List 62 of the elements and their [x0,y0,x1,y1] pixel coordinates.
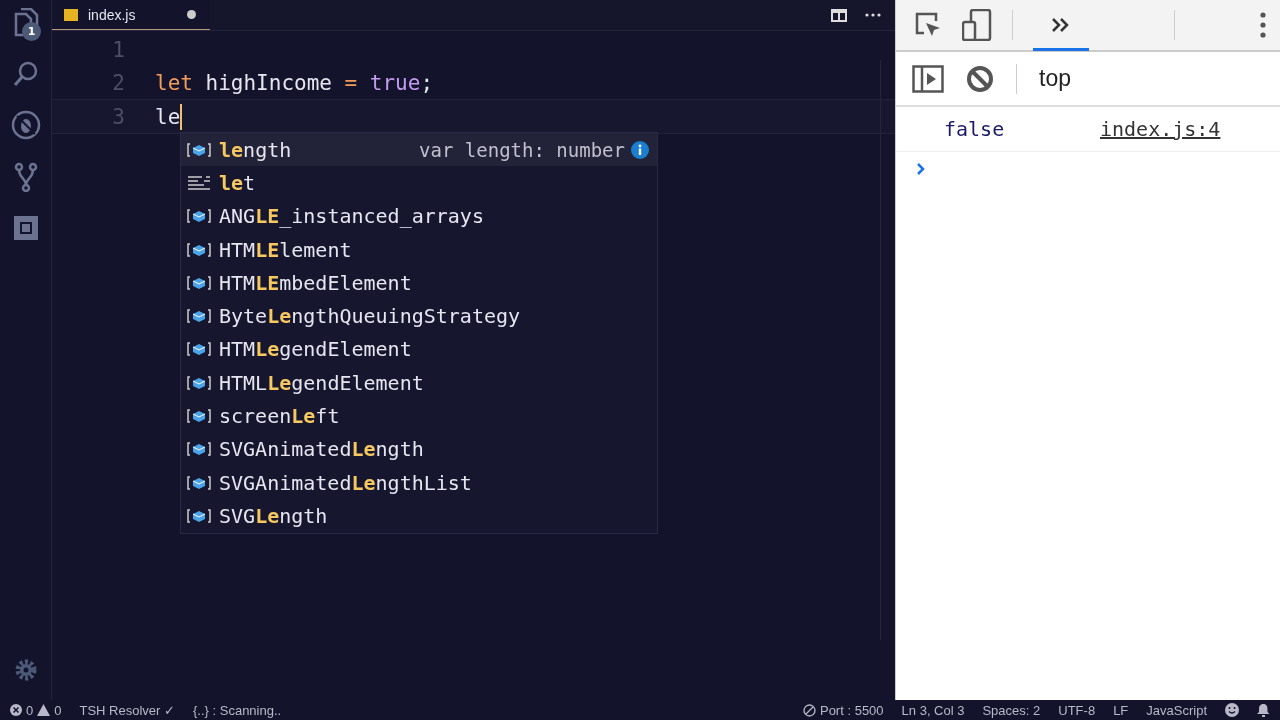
context-selector[interactable]: top [1039,65,1071,92]
extensions-icon[interactable] [11,214,40,242]
suggestion-item[interactable]: SVGAnimatedLength [181,432,657,466]
suggestion-item[interactable]: screenLeft [181,399,657,433]
smiley-icon[interactable] [1225,703,1239,717]
suggestion-item[interactable]: SVGLength [181,499,657,533]
property-icon [187,141,211,158]
property-icon [187,408,211,424]
snippet-icon [187,174,211,191]
chevrons-icon [1051,16,1071,33]
line-number: 1 [111,37,126,62]
property-icon [187,241,211,258]
warning-icon[interactable] [37,704,51,716]
console-value: false [944,117,1006,141]
code-line: let highIncome = true; [155,70,434,95]
sidebar-toggle-icon[interactable] [912,64,944,93]
status-item[interactable]: TSH Resolver ✓ [79,702,175,718]
suggestion-item[interactable]: HTMLLegendElement [181,366,657,400]
status-item[interactable]: UTF-8 [1058,702,1096,718]
device-toolbar-icon[interactable] [962,9,992,41]
clear-icon[interactable] [966,64,994,93]
property-icon [187,274,211,291]
info-icon[interactable] [631,140,649,159]
bell-icon[interactable] [1257,703,1270,717]
status-item[interactable]: JavaScript [1146,702,1207,718]
split-editor-icon[interactable] [831,8,847,22]
status-item[interactable]: Spaces: 2 [982,702,1041,718]
property-icon [187,341,211,358]
error-icon[interactable] [10,704,22,716]
suggestion-item[interactable]: let [181,166,657,200]
settings-icon[interactable] [13,658,38,682]
error-count[interactable]: 0 [26,702,34,718]
code-line: le [155,104,181,129]
line-number: 3 [111,104,126,129]
property-icon [187,441,211,458]
property-icon [187,308,211,325]
status-item[interactable]: LF [1113,702,1129,718]
kebab-menu-icon[interactable] [1260,12,1266,38]
notification-badge: 1 [22,22,41,41]
warning-count[interactable]: 0 [54,702,62,718]
suggestion-item[interactable]: HTMLegendElement [181,332,657,367]
tab-label: index.js [88,6,136,23]
status-item[interactable]: {..} : Scanning.. [193,702,282,718]
search-icon[interactable] [11,60,40,88]
more-icon[interactable] [865,13,881,17]
prompt-icon[interactable] [916,162,926,176]
property-icon [187,507,211,524]
property-icon [187,374,211,391]
suggestion-item[interactable]: ByteLengthQueuingStrategy [181,299,657,333]
js-file-icon [64,8,78,21]
port-status[interactable]: Port : 5500 [819,702,884,718]
status-item[interactable]: Ln 3, Col 3 [901,702,965,718]
suggestion-item[interactable]: ANGLE_instanced_arrays [181,199,657,233]
suggestion-item[interactable]: HTMLEmbedElement [181,266,657,300]
source-control-icon[interactable] [13,162,38,192]
suggestion-item[interactable]: HTMLElement [181,232,657,267]
property-icon [187,474,211,491]
suggestion-item[interactable]: SVGAnimatedLengthList [181,465,657,500]
suggestion-item[interactable]: length var length: number [181,133,657,167]
source-link[interactable]: index.js:4 [1100,117,1221,141]
line-number: 2 [111,70,126,95]
property-icon [187,208,211,225]
